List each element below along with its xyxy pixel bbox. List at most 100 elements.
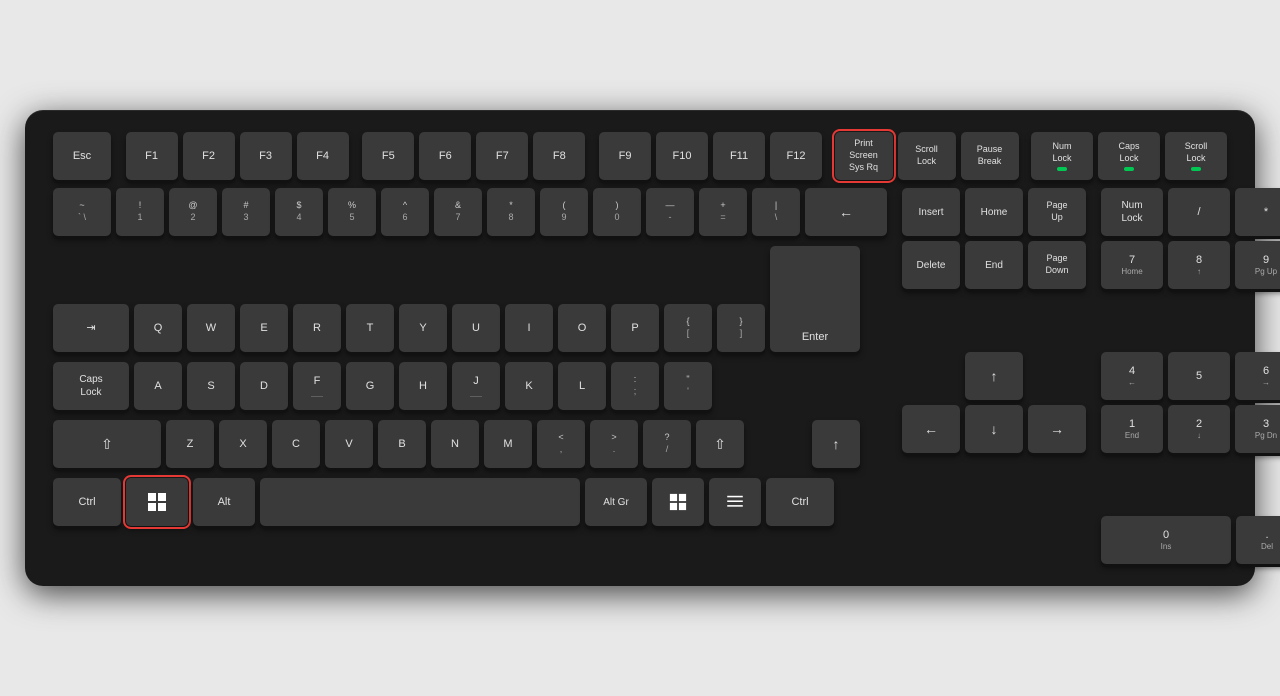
key-num-slash[interactable]: / [1168,188,1230,236]
key-shift-left[interactable]: ⇧ [53,420,161,468]
key-z[interactable]: Z [166,420,214,468]
key-print-screen[interactable]: PrintScreenSys Rq [835,132,893,180]
key-win-left[interactable] [126,478,188,526]
key-page-down[interactable]: PageDown [1028,241,1086,289]
key-f12[interactable]: F12 [770,132,822,180]
key-pipe[interactable]: | \ [752,188,800,236]
key-s[interactable]: S [187,362,235,410]
key-num-lock-indicator[interactable]: NumLock [1031,132,1093,180]
key-n[interactable]: N [431,420,479,468]
key-num-lock[interactable]: NumLock [1101,188,1163,236]
key-u[interactable]: U [452,304,500,352]
key-num-2[interactable]: 2 ↓ [1168,405,1230,453]
key-w[interactable]: W [187,304,235,352]
key-right-arrow[interactable]: → [1028,405,1086,453]
key-j[interactable]: J ___ [452,362,500,410]
key-p[interactable]: P [611,304,659,352]
key-page-up[interactable]: PageUp [1028,188,1086,236]
key-scroll-lock-indicator[interactable]: ScrollLock [1165,132,1227,180]
key-alt-left[interactable]: Alt [193,478,255,526]
key-a[interactable]: A [134,362,182,410]
key-num-5[interactable]: 5 [1168,352,1230,400]
key-period[interactable]: > . [590,420,638,468]
key-f7[interactable]: F7 [476,132,528,180]
key-tab[interactable]: ⇥ [53,304,129,352]
key-9[interactable]: ( 9 [540,188,588,236]
key-0[interactable]: ) 0 [593,188,641,236]
key-num-1[interactable]: 1 End [1101,405,1163,453]
key-m[interactable]: M [484,420,532,468]
key-h[interactable]: H [399,362,447,410]
key-num-del[interactable]: . Del [1236,516,1280,564]
key-v[interactable]: V [325,420,373,468]
key-r[interactable]: R [293,304,341,352]
key-num-9[interactable]: 9 Pg Up [1235,241,1280,289]
key-esc[interactable]: Esc [53,132,111,180]
key-num-6[interactable]: 6 → [1235,352,1280,400]
key-equals[interactable]: + = [699,188,747,236]
key-backspace[interactable]: ← [805,188,887,236]
key-pause-break[interactable]: PauseBreak [961,132,1019,180]
key-insert[interactable]: Insert [902,188,960,236]
key-5[interactable]: % 5 [328,188,376,236]
key-f8[interactable]: F8 [533,132,585,180]
key-num-3[interactable]: 3 Pg Dn [1235,405,1280,453]
key-f9[interactable]: F9 [599,132,651,180]
key-tilde[interactable]: ~ ` \ [53,188,111,236]
key-f[interactable]: F ___ [293,362,341,410]
key-quote[interactable]: " ' [664,362,712,410]
key-1[interactable]: ! 1 [116,188,164,236]
key-rbracket[interactable]: } ] [717,304,765,352]
key-caps-lock-indicator[interactable]: CapsLock [1098,132,1160,180]
key-f5[interactable]: F5 [362,132,414,180]
key-num-7[interactable]: 7 Home [1101,241,1163,289]
key-o[interactable]: O [558,304,606,352]
key-caps-lock[interactable]: CapsLock [53,362,129,410]
key-left-arrow[interactable]: ← [902,405,960,453]
key-3[interactable]: # 3 [222,188,270,236]
key-home[interactable]: Home [965,188,1023,236]
key-2[interactable]: @ 2 [169,188,217,236]
key-num-4[interactable]: 4 ← [1101,352,1163,400]
key-minus[interactable]: — - [646,188,694,236]
key-shift-right-arrow[interactable]: ⇧ [696,420,744,468]
key-c[interactable]: C [272,420,320,468]
key-num-8[interactable]: 8 ↑ [1168,241,1230,289]
key-ctrl-right[interactable]: Ctrl [766,478,834,526]
key-win-right[interactable] [652,478,704,526]
key-b[interactable]: B [378,420,426,468]
key-up-arrow[interactable]: ↑ [965,352,1023,400]
key-k[interactable]: K [505,362,553,410]
key-7[interactable]: & 7 [434,188,482,236]
key-d[interactable]: D [240,362,288,410]
key-q[interactable]: Q [134,304,182,352]
key-f2[interactable]: F2 [183,132,235,180]
key-slash[interactable]: ? / [643,420,691,468]
key-end[interactable]: End [965,241,1023,289]
key-f1[interactable]: F1 [126,132,178,180]
key-i[interactable]: I [505,304,553,352]
key-f4[interactable]: F4 [297,132,349,180]
key-ctrl-left[interactable]: Ctrl [53,478,121,526]
key-6[interactable]: ^ 6 [381,188,429,236]
key-num-0[interactable]: 0 Ins [1101,516,1231,564]
key-f10[interactable]: F10 [656,132,708,180]
key-f6[interactable]: F6 [419,132,471,180]
key-enter[interactable]: Enter [770,246,860,352]
key-alt-gr[interactable]: Alt Gr [585,478,647,526]
key-space[interactable] [260,478,580,526]
key-f3[interactable]: F3 [240,132,292,180]
key-y[interactable]: Y [399,304,447,352]
key-f11[interactable]: F11 [713,132,765,180]
key-8[interactable]: * 8 [487,188,535,236]
key-e[interactable]: E [240,304,288,352]
key-semicolon[interactable]: : ; [611,362,659,410]
key-x[interactable]: X [219,420,267,468]
key-num-star[interactable]: * [1235,188,1280,236]
key-lbracket[interactable]: { [ [664,304,712,352]
key-4[interactable]: $ 4 [275,188,323,236]
key-comma[interactable]: < , [537,420,585,468]
key-l[interactable]: L [558,362,606,410]
key-scroll-lock[interactable]: ScrollLock [898,132,956,180]
key-arrow-up[interactable]: ↑ [812,420,860,468]
